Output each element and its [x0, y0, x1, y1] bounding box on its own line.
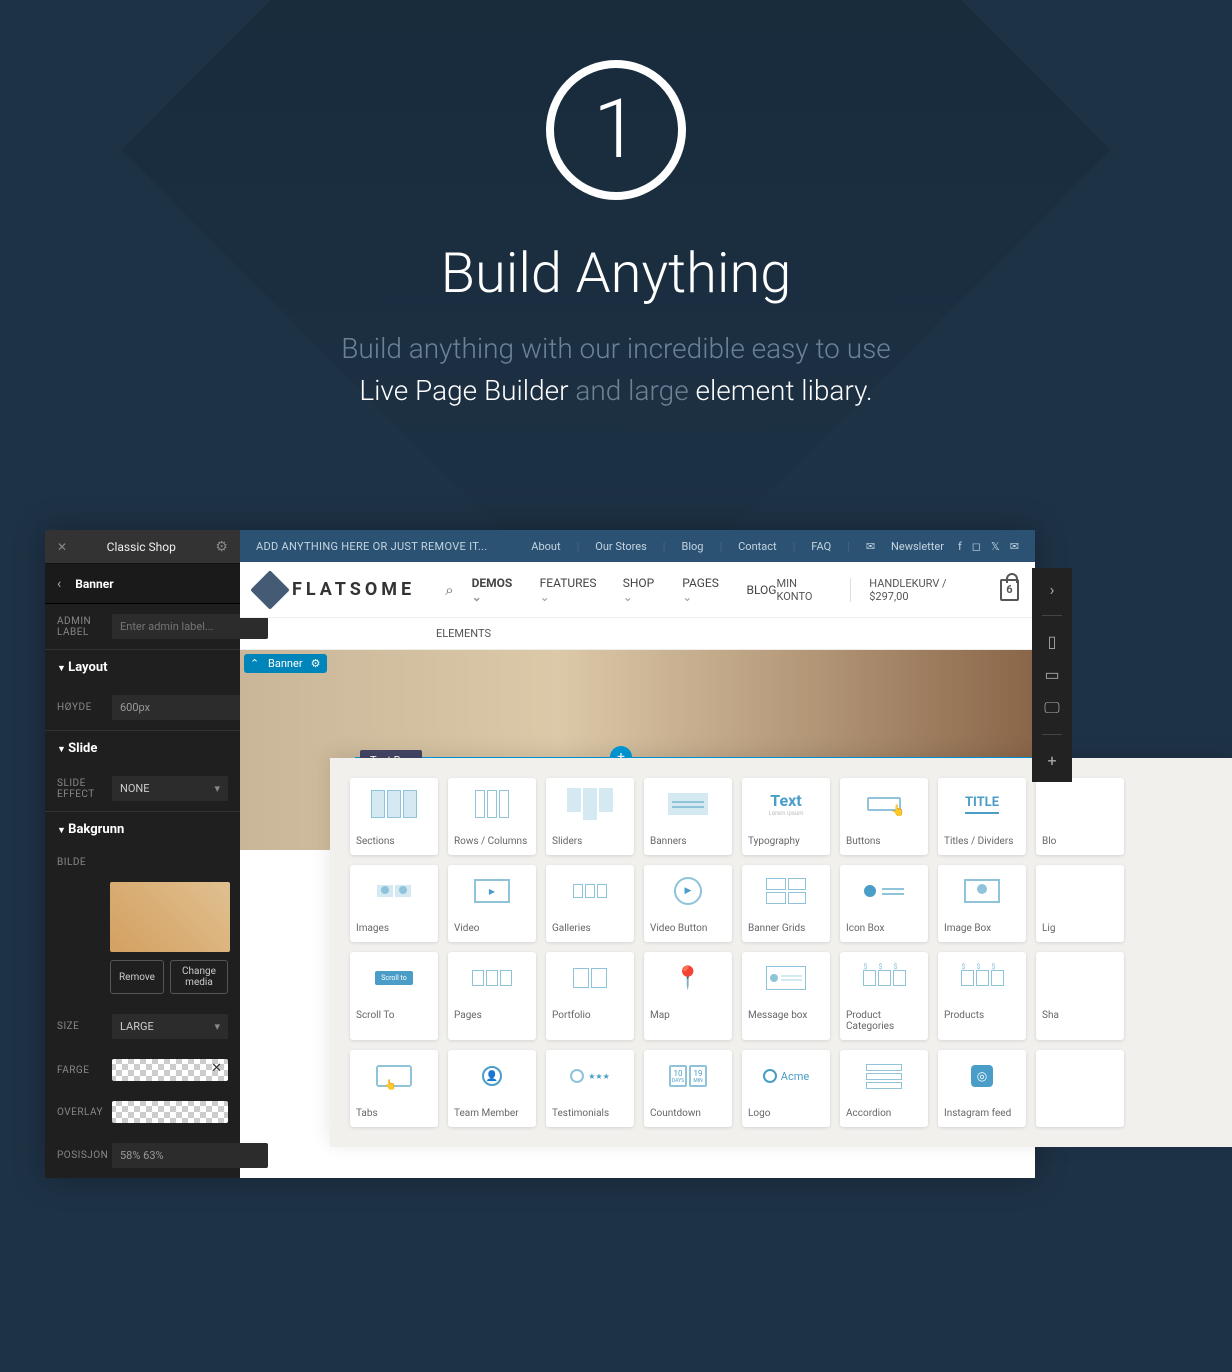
topbar-link[interactable]: Contact: [734, 540, 780, 553]
mail-icon[interactable]: ✉: [862, 540, 879, 553]
topbar-link[interactable]: FAQ: [807, 540, 835, 553]
tablet-icon[interactable]: ▭: [1044, 665, 1059, 684]
element-accordion[interactable]: Accordion: [840, 1050, 928, 1127]
element-team-member[interactable]: Team Member: [448, 1050, 536, 1127]
mobile-icon[interactable]: ▯: [1048, 632, 1057, 651]
element-tabs[interactable]: Tabs: [350, 1050, 438, 1127]
sidebar-title: Classic Shop: [107, 540, 176, 554]
element-image-box[interactable]: Image Box: [938, 865, 1026, 942]
sub-nav: ELEMENTS: [240, 618, 1035, 650]
element-galleries[interactable]: Galleries: [546, 865, 634, 942]
element-pages[interactable]: Pages: [448, 952, 536, 1040]
background-section-header[interactable]: Bakgrunn: [45, 811, 240, 847]
facebook-icon[interactable]: f: [958, 540, 962, 553]
element-product-categories[interactable]: Product Categories: [840, 952, 928, 1040]
nav-item[interactable]: BLOG: [746, 583, 776, 597]
background-image-preview[interactable]: [110, 882, 230, 952]
element-portfolio[interactable]: Portfolio: [546, 952, 634, 1040]
desktop-icon[interactable]: 🖵: [1044, 698, 1059, 718]
element-banner-grids[interactable]: Banner Grids: [742, 865, 830, 942]
element-more[interactable]: [1036, 1050, 1124, 1127]
element-images[interactable]: Images: [350, 865, 438, 942]
change-media-button[interactable]: Change media: [170, 960, 228, 994]
element-titles-dividers[interactable]: TITLETitles / Dividers: [938, 778, 1026, 855]
element-banners[interactable]: Banners: [644, 778, 732, 855]
slide-effect-select[interactable]: None: [112, 776, 228, 801]
divider: [850, 578, 851, 602]
account-link[interactable]: MIN KONTO: [776, 577, 832, 603]
slide-section-header[interactable]: Slide: [45, 730, 240, 766]
plus-icon[interactable]: +: [1047, 751, 1056, 770]
element-typography[interactable]: TextLorem ipsumTypography: [742, 778, 830, 855]
device-preview-bar: › ▯ ▭ 🖵 +: [1032, 568, 1072, 782]
element-message-box[interactable]: Message box: [742, 952, 830, 1040]
chevron-right-icon[interactable]: ›: [1050, 580, 1055, 599]
instagram-icon[interactable]: ◻: [972, 540, 981, 553]
back-icon[interactable]: ‹: [57, 576, 61, 592]
gear-icon[interactable]: ⚙: [311, 657, 321, 670]
hero-title: Build Anything: [0, 240, 1232, 306]
element-lightbox[interactable]: Lig: [1036, 865, 1124, 942]
element-library-panel: Sections Rows / Columns Sliders Banners …: [330, 758, 1232, 1147]
editor-sidebar: ✕ Classic Shop ⚙ ‹ Banner ADMIN LABEL La…: [45, 530, 240, 1178]
element-sliders[interactable]: Sliders: [546, 778, 634, 855]
step-number-circle: 1: [546, 60, 686, 200]
remove-button[interactable]: Remove: [110, 960, 164, 994]
posisjon-label: POSISJON: [57, 1150, 112, 1161]
element-instagram-feed[interactable]: Instagram feed: [938, 1050, 1026, 1127]
element-map[interactable]: 📍Map: [644, 952, 732, 1040]
gear-icon[interactable]: ⚙: [215, 539, 228, 555]
topbar-link[interactable]: Blog: [677, 540, 707, 553]
element-video-button[interactable]: Video Button: [644, 865, 732, 942]
overlay-swatch[interactable]: [112, 1101, 228, 1123]
site-header: FLATSOME ⌕ DEMOS FEATURES SHOP PAGES BLO…: [240, 562, 1035, 618]
hero-section: 1 Build Anything Build anything with our…: [0, 0, 1232, 412]
nav-item[interactable]: FEATURES: [540, 576, 605, 604]
element-testimonials[interactable]: ★★★Testimonials: [546, 1050, 634, 1127]
nav-item[interactable]: PAGES: [682, 576, 728, 604]
chevron-up-icon[interactable]: ⌃: [250, 657, 259, 670]
element-logo[interactable]: AcmeLogo: [742, 1050, 830, 1127]
element-buttons[interactable]: Buttons: [840, 778, 928, 855]
size-select[interactable]: Large: [112, 1014, 228, 1039]
logo-text[interactable]: FLATSOME: [292, 579, 415, 600]
topbar-message: ADD ANYTHING HERE OR JUST REMOVE IT...: [256, 540, 527, 553]
element-blockquote[interactable]: Blo: [1036, 778, 1124, 855]
height-label: HØYDE: [57, 702, 112, 713]
overlay-label: OVERLAY: [57, 1107, 112, 1118]
subnav-item[interactable]: ELEMENTS: [436, 627, 491, 640]
newsletter-link[interactable]: Newsletter: [887, 540, 948, 553]
element-countdown[interactable]: 10DAYS19MINCountdown: [644, 1050, 732, 1127]
site-topbar: ADD ANYTHING HERE OR JUST REMOVE IT... A…: [240, 530, 1035, 562]
layout-section-header[interactable]: Layout: [45, 649, 240, 685]
element-video[interactable]: Video: [448, 865, 536, 942]
cart-icon[interactable]: 6: [1000, 579, 1019, 601]
hero-subtitle: Build anything with our incredible easy …: [0, 328, 1232, 412]
slide-effect-label: SLIDE EFFECT: [57, 778, 112, 800]
element-icon-box[interactable]: Icon Box: [840, 865, 928, 942]
color-swatch[interactable]: [112, 1059, 228, 1081]
mail-icon[interactable]: ✉: [1010, 540, 1019, 553]
element-scroll-to[interactable]: Scroll toScroll To: [350, 952, 438, 1040]
element-products[interactable]: Products: [938, 952, 1026, 1040]
element-sections[interactable]: Sections: [350, 778, 438, 855]
topbar-link[interactable]: About: [527, 540, 564, 553]
size-label: SIZE: [57, 1021, 112, 1032]
search-icon[interactable]: ⌕: [445, 581, 453, 599]
nav-item[interactable]: DEMOS: [472, 576, 522, 604]
element-share[interactable]: Sha: [1036, 952, 1124, 1040]
topbar-link[interactable]: Our Stores: [591, 540, 651, 553]
breadcrumb-title: Banner: [75, 577, 113, 591]
twitter-icon[interactable]: 𝕏: [991, 540, 1000, 553]
admin-label: ADMIN LABEL: [57, 616, 112, 638]
nav-item[interactable]: SHOP: [623, 576, 664, 604]
bilde-label: BILDE: [57, 857, 112, 868]
element-rows-columns[interactable]: Rows / Columns: [448, 778, 536, 855]
banner-element-pill[interactable]: ⌃ Banner ⚙: [244, 654, 327, 673]
logo-icon: [250, 570, 290, 610]
cart-link[interactable]: HANDLEKURV / $297,00: [869, 577, 982, 603]
close-icon[interactable]: ✕: [57, 540, 67, 554]
farge-label: FARGE: [57, 1065, 112, 1076]
